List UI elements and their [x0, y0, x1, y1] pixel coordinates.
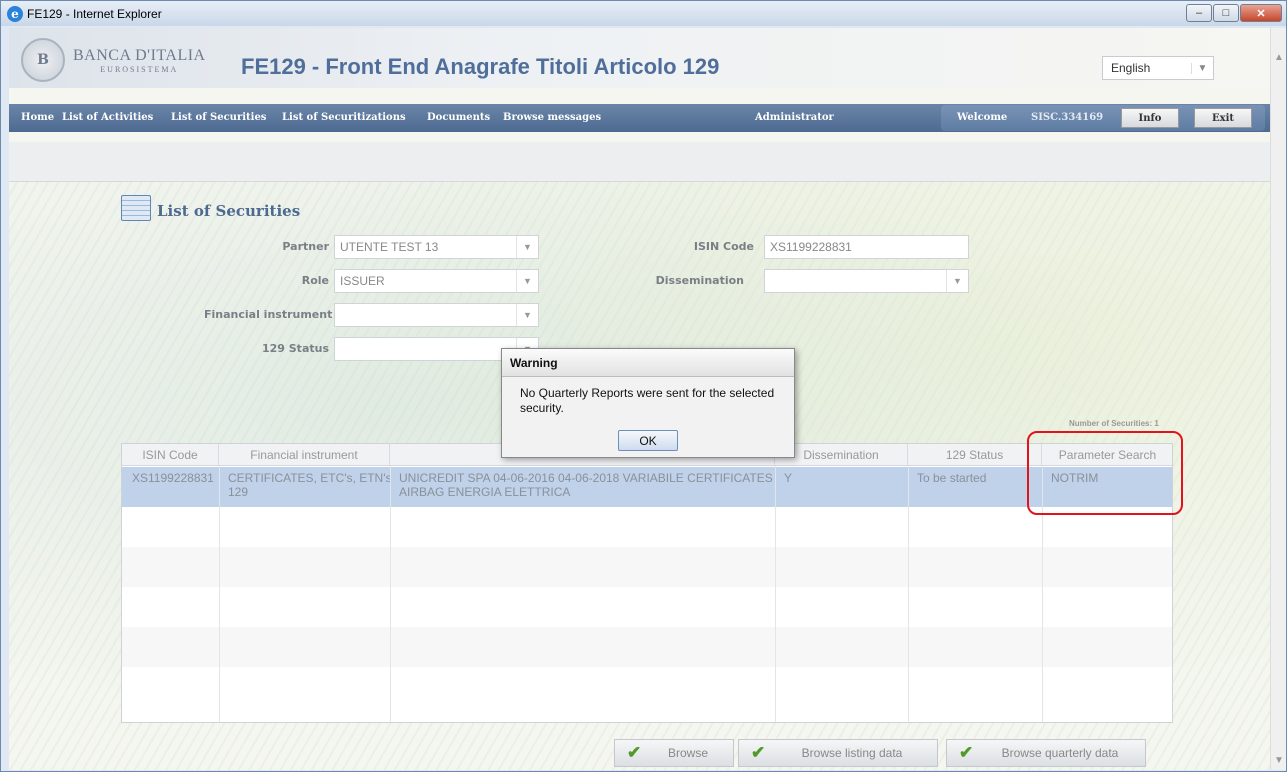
page-title: List of Securities [157, 202, 301, 220]
nav-administrator[interactable]: Administrator [755, 112, 834, 123]
checkmark-icon: ✔ [959, 743, 974, 762]
column-divider [219, 466, 220, 722]
checkmark-icon: ✔ [627, 743, 642, 762]
chevron-down-icon[interactable]: ▼ [516, 304, 538, 326]
role-value: ISSUER [340, 274, 385, 288]
isin-input[interactable]: XS1199228831 [764, 235, 969, 259]
chevron-down-icon[interactable]: ▼ [946, 270, 968, 292]
financial-instrument-label: Financial instrument [204, 308, 333, 321]
chevron-down-icon[interactable]: ▼ [516, 236, 538, 258]
language-value: English [1111, 61, 1151, 75]
scroll-down-icon[interactable]: ▼ [1274, 755, 1284, 766]
close-button[interactable]: ✕ [1240, 4, 1282, 22]
cell-isin: XS1199228831 [132, 471, 214, 485]
page-content: B BANCA D'ITALIA EUROSISTEMA FE129 - Fro… [9, 28, 1271, 770]
role-select[interactable]: ISSUER ▼ [334, 269, 539, 293]
nav-browse-messages[interactable]: Browse messages [503, 112, 601, 123]
toolbar-strip [9, 142, 1271, 182]
browse-button[interactable]: ✔ Browse [614, 739, 734, 767]
welcome-label: Welcome [957, 112, 1008, 123]
cell-dissemination: Y [784, 471, 793, 485]
column-divider [908, 466, 909, 722]
table-row-empty [122, 547, 1172, 587]
username: SISC.334169 [1031, 112, 1104, 123]
info-button[interactable]: Info [1121, 108, 1179, 128]
window-controls: – □ ✕ [1185, 4, 1282, 22]
internet-explorer-icon: e [7, 5, 23, 22]
exit-button[interactable]: Exit [1194, 108, 1252, 128]
dialog-title: Warning [502, 349, 794, 377]
browse-quarterly-data-button[interactable]: ✔ Browse quarterly data [946, 739, 1146, 767]
browser-window: e FE129 - Internet Explorer – □ ✕ B BANC… [0, 0, 1287, 772]
browse-listing-data-label: Browse listing data [801, 746, 903, 760]
app-title: FE129 - Front End Anagrafe Titoli Artico… [241, 54, 720, 79]
chevron-down-icon[interactable]: ▼ [516, 270, 538, 292]
logo-subtitle: EUROSISTEMA [100, 64, 179, 74]
app-header: B BANCA D'ITALIA EUROSISTEMA FE129 - Fro… [9, 28, 1271, 88]
column-header-financial-instrument[interactable]: Financial instrument [219, 444, 390, 466]
list-icon [121, 195, 151, 221]
browse-quarterly-data-label: Browse quarterly data [1001, 746, 1119, 760]
financial-instrument-select[interactable]: ▼ [334, 303, 539, 327]
language-select[interactable]: English ▼ [1102, 56, 1214, 80]
dialog-message: No Quarterly Reports were sent for the s… [520, 386, 775, 415]
securities-count: Number of Securities: 1 [1069, 419, 1159, 428]
status-label: 129 Status [261, 342, 329, 355]
ok-button[interactable]: OK [618, 430, 678, 451]
nav-list-of-activities[interactable]: List of Activities [62, 112, 153, 123]
partner-select[interactable]: UTENTE TEST 13 ▼ [334, 235, 539, 259]
dissemination-label: Dissemination [655, 274, 744, 287]
window-title: FE129 - Internet Explorer [27, 6, 162, 21]
logo-name: BANCA D'ITALIA [73, 46, 206, 64]
isin-label: ISIN Code [693, 240, 754, 253]
table-row-empty [122, 627, 1172, 667]
nav-list-of-securitizations[interactable]: List of Securitizations [282, 112, 406, 123]
main-nav: Home List of Activities List of Securiti… [9, 104, 1271, 132]
table-row[interactable]: XS1199228831 CERTIFICATES, ETC's, ETN's … [122, 467, 1172, 507]
warning-dialog: Warning No Quarterly Reports were sent f… [501, 348, 795, 458]
banca-italia-logo: B BANCA D'ITALIA EUROSISTEMA [21, 38, 206, 82]
checkmark-icon: ✔ [751, 743, 766, 762]
column-header-isin[interactable]: ISIN Code [122, 444, 219, 466]
nav-home[interactable]: Home [21, 112, 54, 123]
scroll-up-icon[interactable]: ▲ [1274, 52, 1284, 63]
dissemination-select[interactable]: ▼ [764, 269, 969, 293]
partner-label: Partner [282, 240, 329, 253]
logo-emblem-icon: B [21, 38, 65, 82]
nav-list-of-securities[interactable]: List of Securities [171, 112, 266, 123]
column-divider [390, 466, 391, 722]
cell-description: UNICREDIT SPA 04-06-2016 04-06-2018 VARI… [399, 471, 773, 499]
cell-129-status: To be started [917, 471, 987, 485]
browse-listing-data-button[interactable]: ✔ Browse listing data [738, 739, 938, 767]
nav-documents[interactable]: Documents [427, 112, 490, 123]
role-label: Role [301, 274, 329, 287]
column-header-129-status[interactable]: 129 Status [908, 444, 1042, 466]
maximize-button[interactable]: □ [1213, 4, 1239, 22]
partner-value: UTENTE TEST 13 [340, 240, 439, 254]
vertical-scrollbar[interactable]: ▲ ▼ [1270, 28, 1286, 770]
minimize-button[interactable]: – [1186, 4, 1212, 22]
window-titlebar: e FE129 - Internet Explorer – □ ✕ [1, 1, 1286, 26]
column-divider [775, 466, 776, 722]
securities-table: ISIN Code Financial instrument Dissemina… [121, 443, 1173, 723]
parameter-search-highlight [1027, 431, 1183, 515]
browse-button-label: Browse [667, 746, 708, 760]
cell-financial-instrument: CERTIFICATES, ETC's, ETN's 129 [228, 471, 392, 499]
chevron-down-icon[interactable]: ▼ [1191, 62, 1213, 74]
